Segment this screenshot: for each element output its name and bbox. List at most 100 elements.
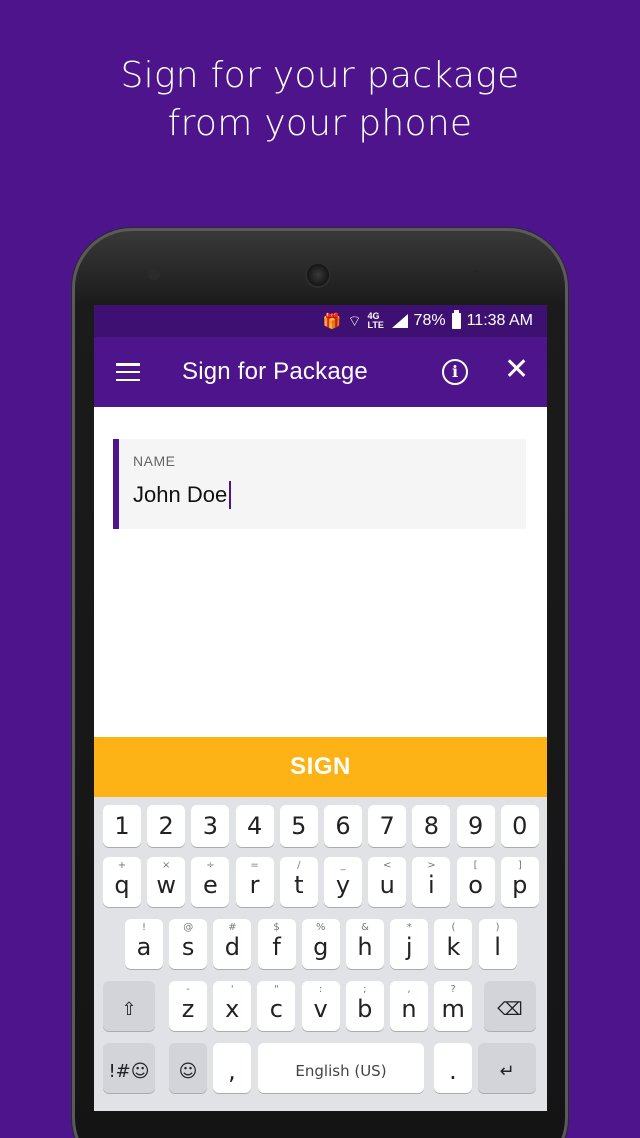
clock: 11:38 AM [466,312,533,329]
key-a[interactable]: ! a [125,919,163,969]
key-r[interactable]: = r [235,857,274,907]
key-label: 9 [467,812,484,840]
key-label: 1 [114,812,130,840]
promo-headline: Sign for your package from your phone [0,52,640,148]
key-7[interactable]: 7 [368,805,407,847]
key-hint: _ [340,860,346,871]
key-8[interactable]: 8 [412,805,451,847]
key-2[interactable]: 2 [147,805,186,847]
key-0[interactable]: 0 [500,805,539,847]
key-v[interactable]: :v [301,981,340,1031]
key-label: a [136,933,152,961]
period-key[interactable]: . [434,1043,472,1093]
key-y[interactable]: _ y [324,857,362,907]
key-label: e [203,871,218,899]
key-label: ☺ [178,1060,198,1082]
key-hint: # [228,922,237,933]
key-label: . [449,1057,457,1085]
key-hint: % [316,922,326,933]
key-label: j [405,933,413,961]
key-label: ⌫ [497,998,523,1020]
info-icon[interactable]: i [442,359,468,385]
key-6[interactable]: 6 [324,805,362,847]
key-label: ⇧ [121,998,137,1020]
key-label: z [181,995,195,1023]
soft-keyboard: 1 2 3 4 5 6 7 8 9 0 + q × w ÷ e = r / t _ y < u > i[o] p! a @ s # d $ f% g… [94,797,547,1111]
key-hint: + [117,860,127,871]
hamburger-menu-icon[interactable] [116,363,140,381]
gift-icon: 🎁 [322,313,342,330]
key-q[interactable]: + q [103,857,141,907]
phone-screen: 🎁 ⌔ 4G LTE 78% 11:38 AM Sign for Package… [94,305,547,1111]
backspace-key[interactable]: ⌫ [484,981,536,1031]
form-area: NAME John Doe [94,407,547,737]
comma-key[interactable]: , [213,1043,251,1093]
emoji-key[interactable]: ☺ [169,1043,207,1093]
key-label: p [512,871,528,899]
key-m[interactable]: ? m [434,981,473,1031]
key-g[interactable]: % g [301,919,340,969]
name-label: NAME [133,453,176,469]
key-hint: ' [230,984,234,995]
key-j[interactable]: * j [390,919,429,969]
key-label: ↵ [499,1060,515,1082]
name-value: John Doe [133,482,228,507]
key-label: k [446,933,461,961]
key-n[interactable]: ,n [390,981,428,1031]
network-type: 4G LTE [367,311,384,330]
close-icon[interactable]: ✕ [504,355,529,385]
headline-line-1: Sign for your package [120,55,520,96]
key-w[interactable]: × w [147,857,186,907]
sign-button[interactable]: SIGN [94,737,547,797]
headline-line-2: from your phone [167,103,473,144]
name-input[interactable]: John Doe [133,481,232,509]
key-b[interactable]: ; b [345,981,384,1031]
app-toolbar: Sign for Package i ✕ [94,337,547,407]
key-u[interactable]: < u [368,857,407,907]
key-o[interactable]: [o [456,857,495,907]
enter-key[interactable]: ↵ [478,1043,536,1093]
shift-key[interactable]: ⇧ [103,981,155,1031]
key-z[interactable]: -z [169,981,207,1031]
key-d[interactable]: # d [213,919,252,969]
key-label: f [272,933,281,961]
symbols-key[interactable]: !#☺ [103,1043,155,1093]
key-c[interactable]: " c [257,981,296,1031]
key-hint: [ [473,860,478,871]
status-bar: 🎁 ⌔ 4G LTE 78% 11:38 AM [94,305,547,337]
key-l[interactable]: ) l [478,919,517,969]
key-f[interactable]: $ f [257,919,296,969]
key-label: 7 [379,812,395,840]
front-camera [148,268,160,280]
space-key[interactable]: English (US) [258,1043,424,1093]
key-s[interactable]: @ s [169,919,208,969]
key-4[interactable]: 4 [235,805,274,847]
key-label: 4 [246,812,263,840]
key-hint: $ [273,922,280,933]
key-label: s [181,933,195,961]
key-label: 6 [335,812,351,840]
key-label: 2 [158,812,174,840]
key-hint: ( [451,922,456,933]
key-x[interactable]: ' x [213,981,252,1031]
key-label: 3 [202,812,219,840]
key-hint: ] [517,860,522,871]
key-3[interactable]: 3 [191,805,230,847]
key-hint: ; [363,984,367,995]
key-t[interactable]: / t [279,857,318,907]
proximity-sensor [472,270,480,278]
key-hint: / [297,860,301,871]
key-9[interactable]: 9 [456,805,495,847]
key-hint: @ [183,922,194,933]
key-label: 0 [512,812,528,840]
key-p[interactable]: ] p [500,857,539,907]
key-5[interactable]: 5 [279,805,318,847]
key-i[interactable]: > i [412,857,451,907]
key-k[interactable]: (k [434,919,473,969]
key-e[interactable]: ÷ e [191,857,230,907]
key-h[interactable]: & h [346,919,384,969]
name-field[interactable]: NAME John Doe [113,439,526,529]
key-label: !#☺ [108,1060,150,1082]
key-1[interactable]: 1 [103,805,141,847]
key-label: g [313,933,329,961]
